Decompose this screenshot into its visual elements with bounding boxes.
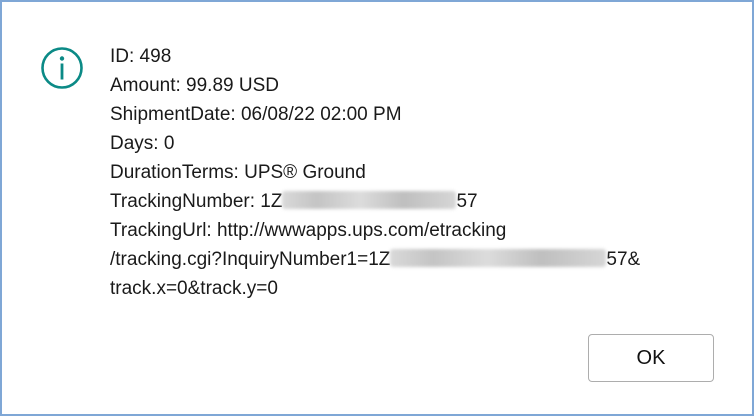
tracking-number-suffix: 57 <box>456 191 478 212</box>
line-id: ID: 498 <box>110 46 172 67</box>
line-tracking-url-3: track.x=0&track.y=0 <box>110 278 278 299</box>
tracking-number-prefix: TrackingNumber: 1Z <box>110 191 283 212</box>
line-duration-terms: DurationTerms: UPS® Ground <box>110 162 366 183</box>
message-dialog: ID: 498 Amount: 99.89 USD ShipmentDate: … <box>0 0 754 416</box>
line-tracking-number: TrackingNumber: 1Z 57 <box>110 187 720 216</box>
redacted-tracking-number <box>282 191 457 210</box>
line-tracking-url-1: TrackingUrl: http://wwwapps.ups.com/etra… <box>110 220 507 241</box>
line-amount: Amount: 99.89 USD <box>110 75 279 96</box>
line-shipment-date: ShipmentDate: 06/08/22 02:00 PM <box>110 104 402 125</box>
message-text: ID: 498 Amount: 99.89 USD ShipmentDate: … <box>110 42 720 303</box>
tracking-url-suffix: 57& <box>606 249 641 270</box>
line-tracking-url-2: /tracking.cgi?InquiryNumber1=1Z 57& <box>110 245 720 274</box>
ok-button[interactable]: OK <box>588 334 714 382</box>
line-days: Days: 0 <box>110 133 175 154</box>
tracking-url-prefix: /tracking.cgi?InquiryNumber1=1Z <box>110 249 391 270</box>
info-icon <box>41 47 83 89</box>
redacted-tracking-url-number <box>390 249 607 268</box>
